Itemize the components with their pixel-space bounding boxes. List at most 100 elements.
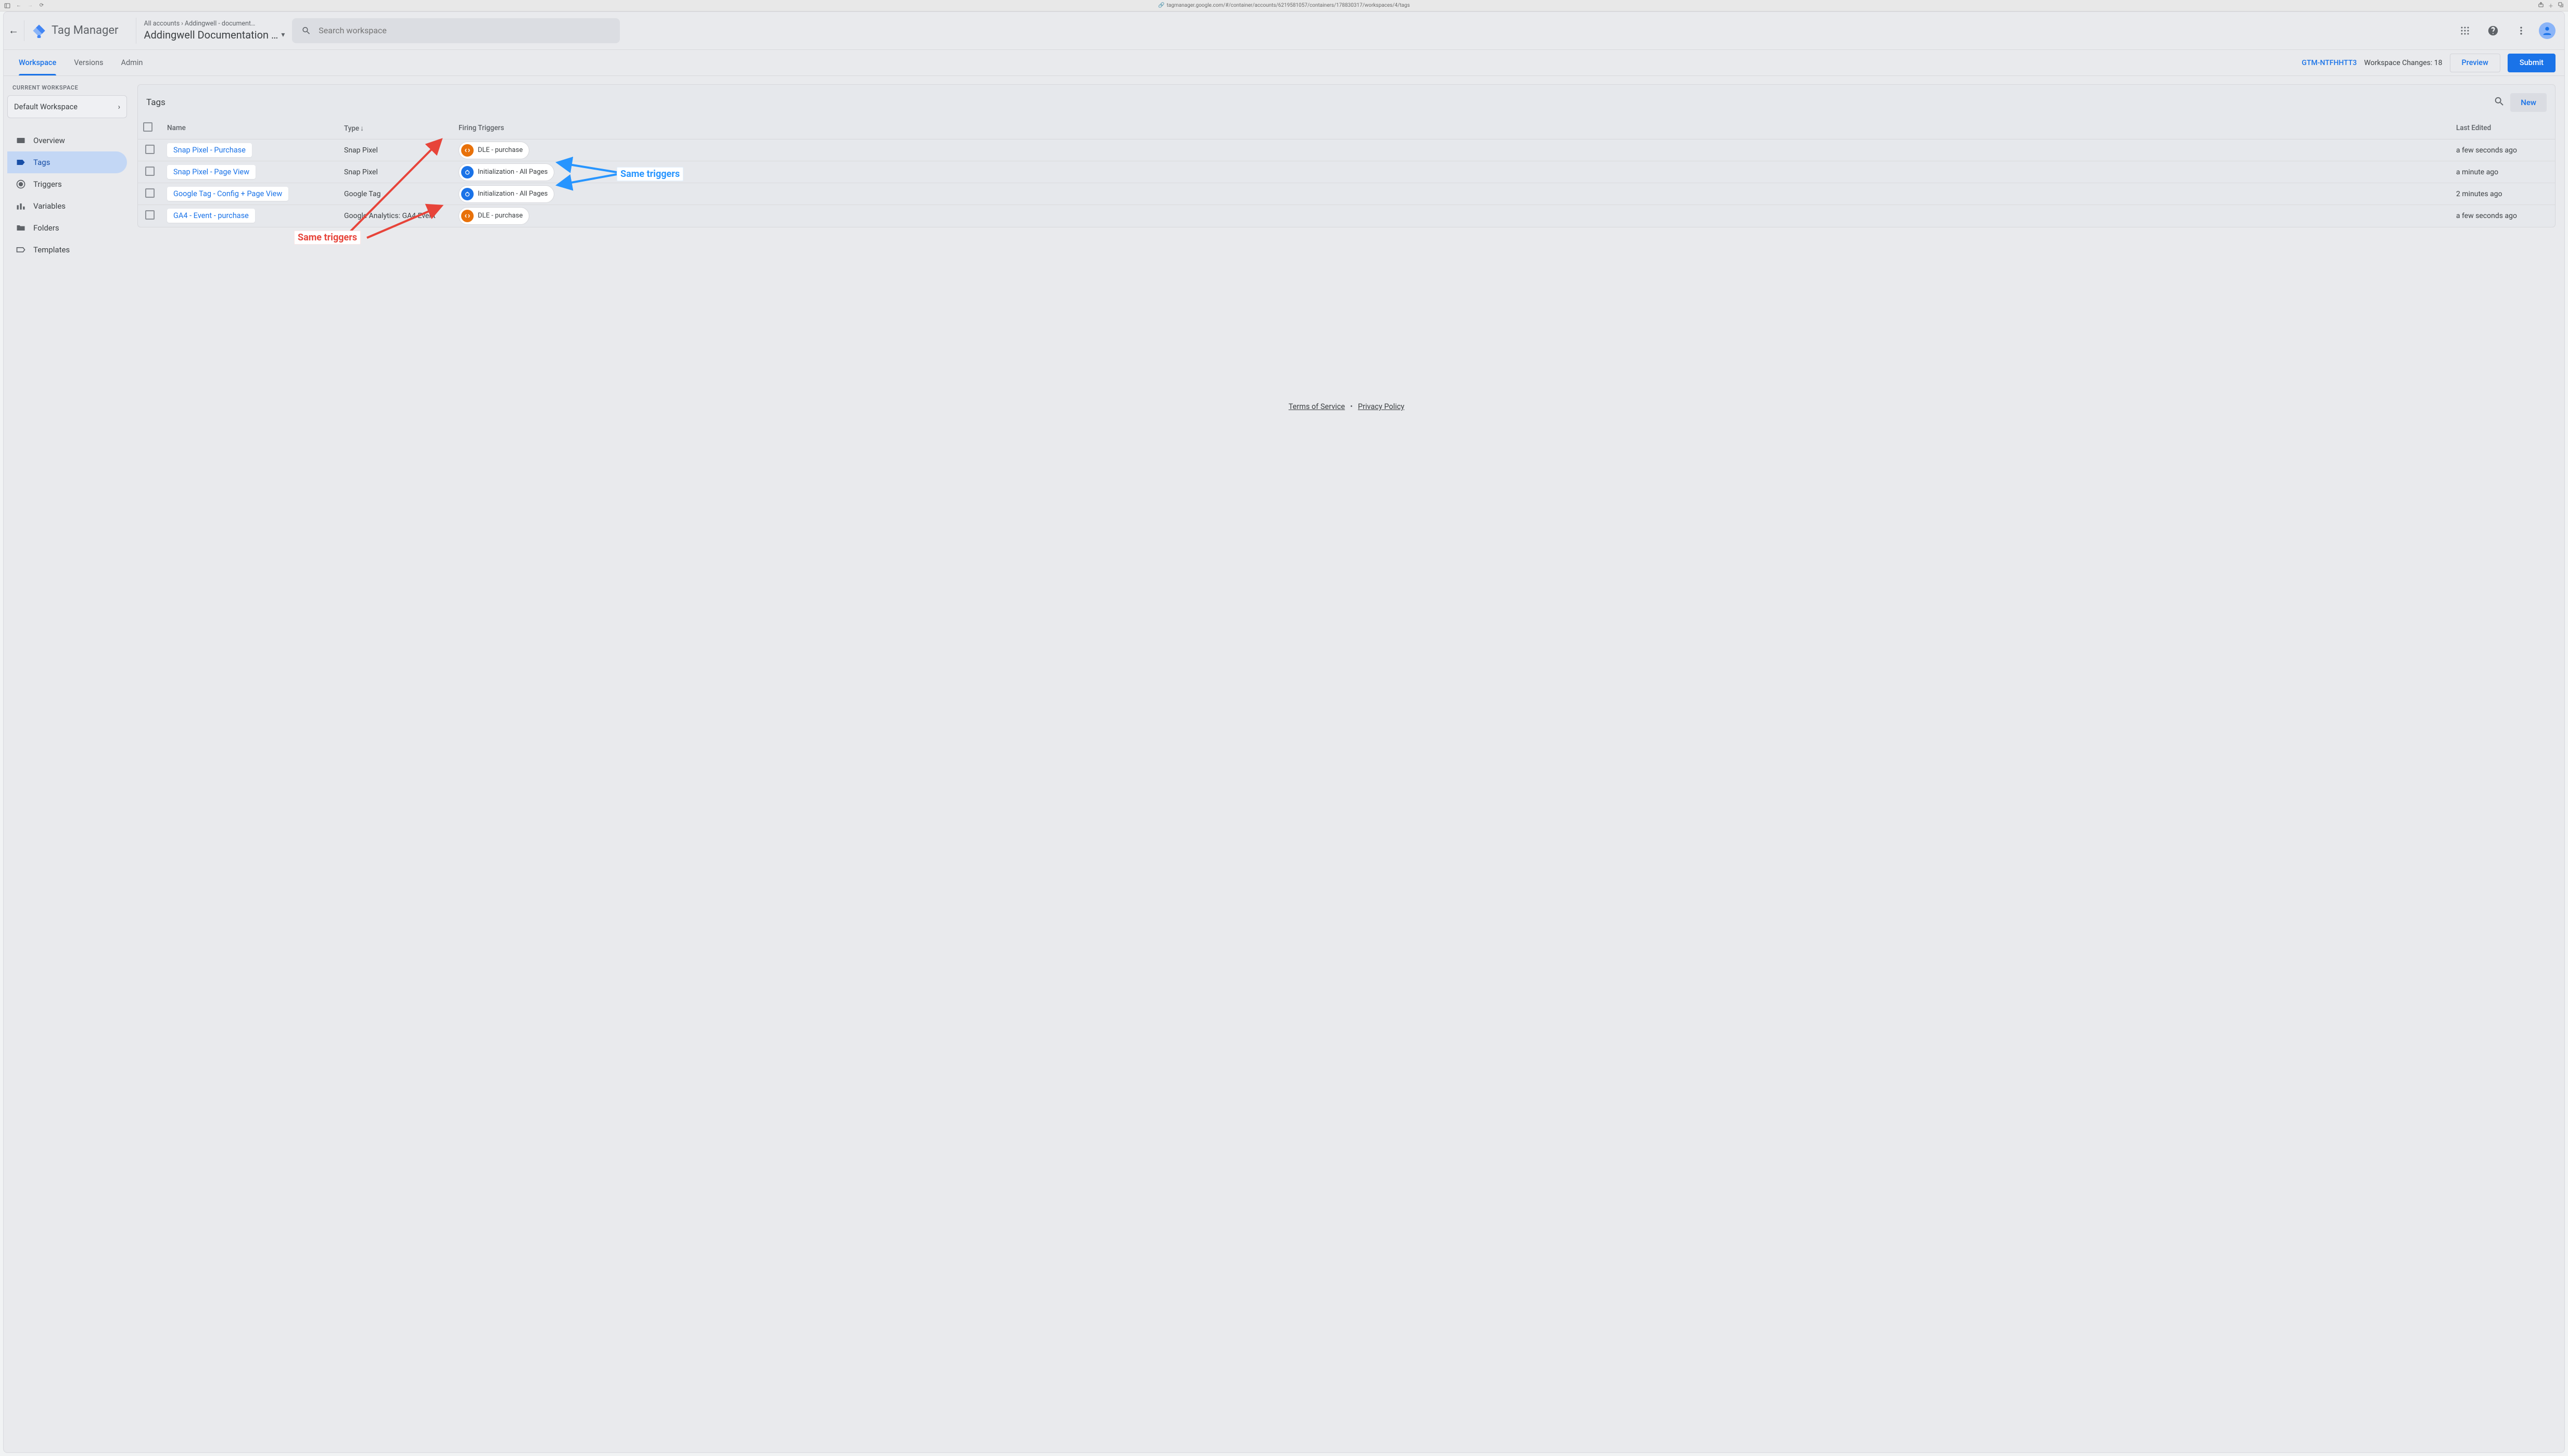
nav-workspace[interactable]: Workspace <box>19 50 56 75</box>
trigger-label: DLE - purchase <box>478 212 523 220</box>
submit-button[interactable]: Submit <box>2508 54 2556 72</box>
chevron-right-icon: › <box>118 103 120 111</box>
breadcrumb-accounts[interactable]: All accounts <box>144 20 180 28</box>
col-type[interactable]: Type↓ <box>339 117 453 139</box>
annotation-blue: Same triggers <box>617 167 683 181</box>
sidebar-item-triggers[interactable]: Triggers <box>7 173 127 195</box>
browser-share-icon[interactable] <box>2538 2 2544 9</box>
template-icon <box>16 245 26 255</box>
sidebar-item-tags[interactable]: Tags <box>7 151 127 173</box>
trigger-label: Initialization - All Pages <box>478 168 548 176</box>
workspace-changes[interactable]: Workspace Changes: 18 <box>2364 59 2442 67</box>
table-row[interactable]: Snap Pixel - Purchase Snap Pixel DLE - pur… <box>138 139 2555 161</box>
more-vert-icon[interactable] <box>2511 20 2532 41</box>
table-row[interactable]: Google Tag - Config + Page View Google Ta… <box>138 183 2555 205</box>
privacy-link[interactable]: Privacy Policy <box>1358 402 1404 411</box>
last-edited: a minute ago <box>2451 161 2555 183</box>
tag-name[interactable]: Google Tag - Config + Page View <box>167 187 288 201</box>
code-icon <box>461 210 474 222</box>
back-arrow-icon[interactable]: ← <box>8 24 19 37</box>
trigger-chip[interactable]: Initialization - All Pages <box>459 163 554 181</box>
folder-icon <box>16 223 26 233</box>
sidebar-item-label: Folders <box>33 223 59 233</box>
browser-tabs-icon[interactable] <box>2558 2 2564 9</box>
trigger-label: Initialization - All Pages <box>478 190 548 198</box>
search-input[interactable] <box>319 25 611 35</box>
trigger-label: DLE - purchase <box>478 146 523 154</box>
trigger-chip[interactable]: Initialization - All Pages <box>459 185 554 203</box>
browser-forward-icon[interactable]: → <box>27 3 33 9</box>
new-button[interactable]: New <box>2510 93 2547 112</box>
code-icon <box>461 144 474 157</box>
browser-back-icon[interactable]: ← <box>16 3 22 9</box>
browser-plus-icon[interactable]: ＋ <box>2548 2 2553 9</box>
sidebar-item-overview[interactable]: Overview <box>7 130 127 151</box>
browser-chrome: ← → ⟳ 🔗 tagmanager.google.com/#/containe… <box>0 0 2568 11</box>
tags-table: Name Type↓ Firing Triggers Last Edited S… <box>138 117 2555 227</box>
search-workspace[interactable] <box>292 18 620 43</box>
row-checkbox[interactable] <box>145 188 155 198</box>
tag-name[interactable]: Snap Pixel - Page View <box>167 165 256 179</box>
tag-icon <box>16 157 26 168</box>
nav-versions[interactable]: Versions <box>74 50 103 75</box>
row-checkbox[interactable] <box>145 167 155 176</box>
chevron-down-icon[interactable]: ▾ <box>281 31 285 39</box>
apps-icon[interactable] <box>2455 20 2475 41</box>
breadcrumb[interactable]: All accounts › Addingwell - document… <box>144 20 285 28</box>
sort-desc-icon: ↓ <box>360 124 364 133</box>
card-title: Tags <box>146 97 166 108</box>
workspace-picker[interactable]: Default Workspace › <box>7 95 127 118</box>
tag-name[interactable]: GA4 - Event - purchase <box>167 209 255 223</box>
app-header: ← Tag Manager All accounts › Addingwell … <box>3 11 2565 50</box>
breadcrumb-container[interactable]: Addingwell - document… <box>185 20 256 28</box>
table-row[interactable]: Snap Pixel - Page View Snap Pixel Initiali… <box>138 161 2555 183</box>
workspace-name: Default Workspace <box>14 103 78 111</box>
variables-icon <box>16 201 26 211</box>
tos-link[interactable]: Terms of Service <box>1289 402 1345 411</box>
target-icon <box>16 179 26 189</box>
browser-url: tagmanager.google.com/#/container/accoun… <box>1167 3 1410 8</box>
last-edited: 2 minutes ago <box>2451 183 2555 205</box>
tag-type: Google Analytics: GA4 Event <box>339 205 453 227</box>
last-edited: a few seconds ago <box>2451 205 2555 227</box>
sidebar-item-label: Triggers <box>33 180 62 189</box>
lock-icon: 🔗 <box>1158 3 1164 8</box>
sidebar-item-templates[interactable]: Templates <box>7 239 127 261</box>
last-edited: a few seconds ago <box>2451 139 2555 161</box>
tag-type: Google Tag <box>339 183 453 205</box>
app-root: ← Tag Manager All accounts › Addingwell … <box>3 11 2565 1453</box>
row-checkbox[interactable] <box>145 210 155 220</box>
table-row[interactable]: GA4 - Event - purchase Google Analytics: … <box>138 205 2555 227</box>
col-firing[interactable]: Firing Triggers <box>453 117 2451 139</box>
tags-card: Tags New Name <box>137 84 2556 227</box>
sidebar-item-variables[interactable]: Variables <box>7 195 127 217</box>
sidebar-item-label: Templates <box>33 245 70 254</box>
help-icon[interactable] <box>2483 20 2503 41</box>
gtm-logo-icon <box>32 23 46 38</box>
preview-button[interactable]: Preview <box>2450 54 2500 72</box>
power-icon <box>461 188 474 200</box>
nav-admin[interactable]: Admin <box>121 50 143 75</box>
container-id[interactable]: GTM-NTFHHTT3 <box>2302 59 2357 67</box>
tag-type: Snap Pixel <box>339 161 453 183</box>
tag-name[interactable]: Snap Pixel - Purchase <box>167 143 252 157</box>
col-name[interactable]: Name <box>162 117 339 139</box>
browser-reload-icon[interactable]: ⟳ <box>39 3 45 9</box>
dot-separator: • <box>1350 402 1353 411</box>
sidebar-item-folders[interactable]: Folders <box>7 217 127 239</box>
trigger-chip[interactable]: DLE - purchase <box>459 142 529 159</box>
col-last-edited[interactable]: Last Edited <box>2451 117 2555 139</box>
dashboard-icon <box>16 135 26 146</box>
avatar[interactable] <box>2539 22 2556 39</box>
row-checkbox[interactable] <box>145 145 155 154</box>
tag-type: Snap Pixel <box>339 139 453 161</box>
checkbox-all[interactable] <box>143 122 152 132</box>
footer: Terms of Service • Privacy Policy <box>137 394 2556 420</box>
container-name[interactable]: Addingwell Documentation … <box>144 29 278 41</box>
browser-sidebar-icon[interactable] <box>4 3 10 9</box>
chevron-right-icon: › <box>181 20 183 28</box>
search-icon[interactable] <box>2494 96 2505 109</box>
trigger-chip[interactable]: DLE - purchase <box>459 207 529 225</box>
sidebar-item-label: Tags <box>33 158 50 167</box>
power-icon <box>461 166 474 178</box>
